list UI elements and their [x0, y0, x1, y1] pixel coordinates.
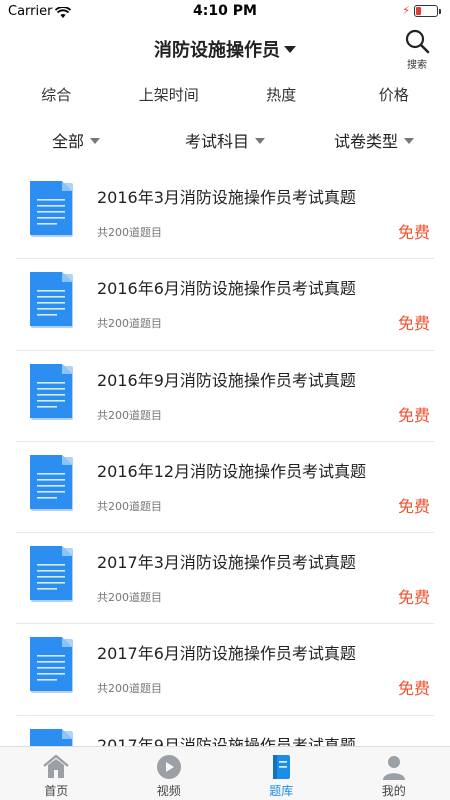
filter-paper-type-dropdown[interactable]: 试卷类型: [334, 128, 415, 156]
tab-profile-label: 我的: [381, 784, 406, 798]
home-icon: [43, 754, 70, 778]
tab-profile[interactable]: 我的: [338, 747, 450, 800]
page-title: 消防设施操作员: [154, 40, 280, 61]
item-question-count: 共200道题目: [97, 591, 162, 605]
document-icon: [30, 181, 73, 237]
item-price-badge: 免费: [397, 405, 430, 425]
page-title-dropdown[interactable]: 消防设施操作员: [0, 36, 450, 62]
tab-video-label: 视频: [156, 784, 181, 798]
list-item[interactable]: 2016年3月消防设施操作员考试真题 共200道题目 免费: [16, 168, 434, 260]
item-title: 2017年3月消防设施操作员考试真题: [97, 553, 356, 573]
tab-home-label: 首页: [44, 784, 69, 798]
item-question-count: 共200道题目: [97, 682, 162, 696]
filter-all-dropdown[interactable]: 全部: [52, 128, 101, 156]
exam-paper-list: 2016年3月消防设施操作员考试真题 共200道题目 免费 2016年6月消防设…: [0, 168, 450, 800]
bottom-tab-bar: 首页 视频 题库 我的: [0, 746, 450, 800]
caret-down-icon: [90, 137, 101, 144]
caret-down-icon: [284, 45, 296, 53]
item-price-badge: 免费: [397, 679, 430, 699]
video-icon: [156, 755, 181, 779]
sort-tab-popularity[interactable]: 热度: [225, 82, 338, 108]
filter-subject-label: 考试科目: [185, 132, 250, 151]
status-bar: Carrier 4:10 PM ⚡: [0, 0, 450, 24]
item-question-count: 共200道题目: [97, 226, 162, 239]
document-icon: [30, 546, 73, 603]
list-item[interactable]: 2016年9月消防设施操作员考试真题 共200道题目 免费: [16, 351, 434, 442]
filter-paper-type-label: 试卷类型: [334, 132, 399, 151]
item-price-badge: 免费: [397, 314, 430, 334]
filter-row: 全部 考试科目 试卷类型: [0, 128, 450, 156]
filter-subject-dropdown[interactable]: 考试科目: [185, 128, 266, 156]
clock: 4:10 PM: [193, 3, 257, 19]
item-question-count: 共200道题目: [97, 317, 162, 331]
tab-question-bank-label: 题库: [269, 784, 294, 798]
list-item[interactable]: 2016年6月消防设施操作员考试真题 共200道题目 免费: [16, 259, 434, 351]
question-bank-icon: [273, 755, 291, 779]
item-question-count: 共200道题目: [97, 499, 162, 513]
sort-tab-comprehensive[interactable]: 综合: [0, 82, 113, 108]
document-icon: [30, 272, 73, 329]
tab-video[interactable]: 视频: [113, 747, 226, 800]
item-price-badge: 免费: [397, 223, 430, 242]
tab-home[interactable]: 首页: [0, 747, 113, 800]
profile-icon: [382, 756, 405, 780]
item-question-count: 共200道题目: [97, 408, 162, 422]
charging-icon: ⚡: [402, 4, 410, 17]
list-item[interactable]: 2016年12月消防设施操作员考试真题 共200道题目 免费: [16, 442, 434, 534]
item-title: 2016年3月消防设施操作员考试真题: [97, 188, 356, 207]
filter-all-label: 全部: [52, 132, 85, 151]
document-icon: [30, 454, 73, 511]
item-title: 2017年6月消防设施操作员考试真题: [97, 644, 356, 664]
nav-header: 消防设施操作员 搜索: [0, 26, 450, 71]
item-price-badge: 免费: [397, 588, 430, 608]
search-label: 搜索: [407, 60, 427, 71]
document-icon: [30, 637, 73, 694]
caret-down-icon: [255, 137, 266, 144]
search-button[interactable]: 搜索: [402, 28, 432, 71]
battery-icon: [414, 5, 441, 17]
sort-tab-price[interactable]: 价格: [338, 82, 450, 108]
search-icon: [405, 29, 430, 54]
item-title: 2016年12月消防设施操作员考试真题: [97, 461, 367, 481]
sort-tabs: 综合 上架时间 热度 价格: [0, 82, 450, 108]
document-icon: [30, 363, 73, 420]
list-item[interactable]: 2017年3月消防设施操作员考试真题 共200道题目 免费: [16, 533, 434, 625]
item-price-badge: 免费: [397, 496, 430, 516]
list-item[interactable]: 2017年6月消防设施操作员考试真题 共200道题目 免费: [16, 624, 434, 716]
sort-tab-listing-time[interactable]: 上架时间: [113, 82, 226, 108]
caret-down-icon: [404, 137, 415, 144]
tab-question-bank[interactable]: 题库: [225, 747, 338, 800]
item-title: 2016年9月消防设施操作员考试真题: [97, 370, 356, 390]
item-title: 2016年6月消防设施操作员考试真题: [97, 279, 356, 299]
